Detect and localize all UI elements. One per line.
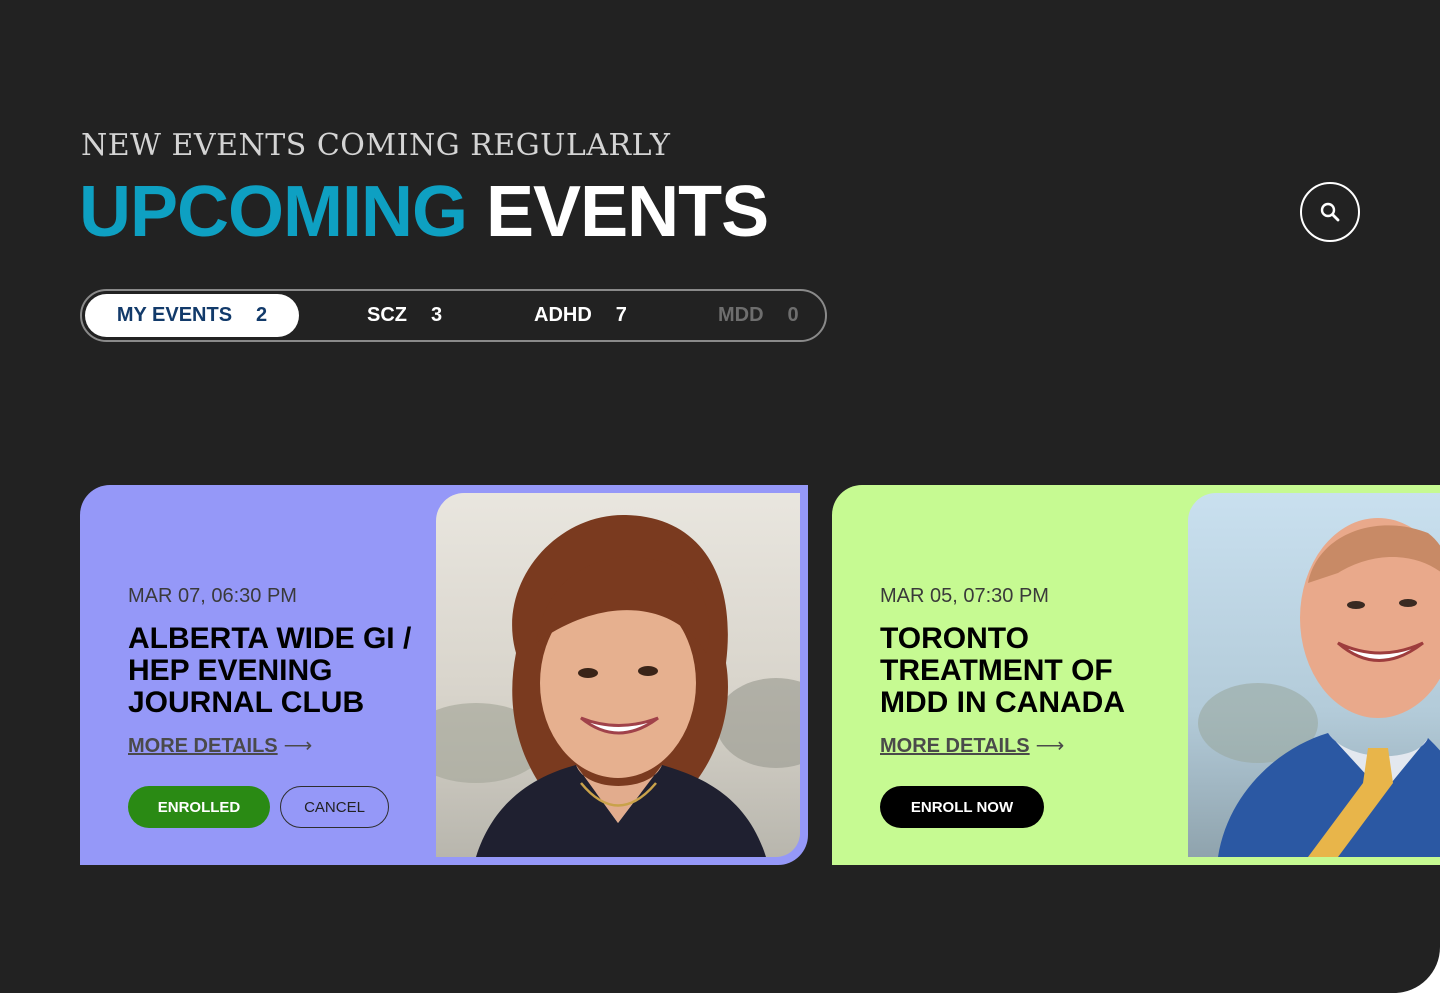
search-icon [1320,202,1340,222]
page-title: UPCOMING EVENTS [79,172,769,252]
tab-label: MDD [718,304,764,326]
tab-label: SCZ [367,304,407,326]
events-page: NEW EVENTS COMING REGULARLY UPCOMING EVE… [0,0,1440,993]
tab-my-events[interactable]: MY EVENTS 2 [85,294,299,337]
search-button[interactable] [1300,182,1360,242]
arrow-right-icon: ⟶ [283,735,313,757]
speaker-photo [436,493,800,857]
arrow-right-icon: ⟶ [1035,735,1065,757]
more-details-link[interactable]: MORE DETAILS ⟶ [880,733,1064,758]
event-date: MAR 07, 06:30 PM [128,585,297,607]
tab-scz[interactable]: SCZ 3 [367,294,442,337]
page-title-accent: UPCOMING [79,172,468,252]
event-title: ALBERTA WIDE GI / HEP EVENING JOURNAL CL… [128,622,412,719]
tab-label: MY EVENTS [116,304,233,326]
event-card: MAR 07, 06:30 PM ALBERTA WIDE GI / HEP E… [80,485,808,865]
page-eyebrow: NEW EVENTS COMING REGULARLY [81,128,671,163]
tab-count: 3 [431,304,443,326]
tab-mdd[interactable]: MDD 0 [718,294,799,337]
more-details-link[interactable]: MORE DETAILS ⟶ [128,733,312,758]
page-title-plain: EVENTS [486,172,769,252]
enroll-now-button[interactable]: ENROLL NOW [880,786,1044,828]
event-title: TORONTO TREATMENT OF MDD IN CANADA [880,622,1125,719]
event-date: MAR 05, 07:30 PM [880,585,1049,607]
category-tabs: MY EVENTS 2 SCZ 3 ADHD 7 MDD 0 [80,289,827,342]
tab-label: ADHD [534,304,592,326]
more-details-label: MORE DETAILS [128,735,278,757]
tab-count: 7 [615,304,627,326]
tab-adhd[interactable]: ADHD 7 [534,294,627,337]
enrolled-button[interactable]: ENROLLED [128,786,270,828]
tab-count: 2 [256,304,268,326]
tab-count: 0 [787,304,799,326]
cancel-button[interactable]: CANCEL [280,786,389,828]
more-details-label: MORE DETAILS [880,735,1030,757]
speaker-photo [1188,493,1440,857]
event-card: MAR 05, 07:30 PM TORONTO TREATMENT OF MD… [832,485,1440,865]
